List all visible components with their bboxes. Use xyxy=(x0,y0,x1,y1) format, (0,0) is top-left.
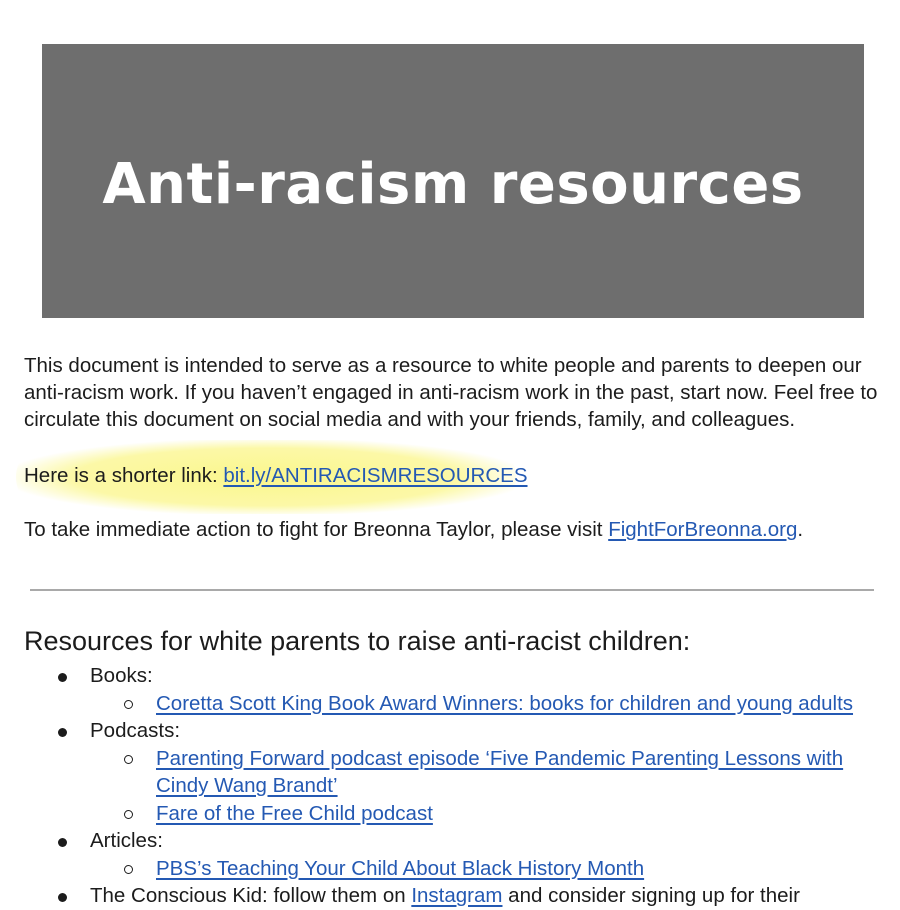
list-item-books: Books: Coretta Scott King Book Award Win… xyxy=(0,662,900,717)
action-suffix: . xyxy=(797,518,804,541)
category-label: Articles: xyxy=(90,829,163,852)
title-banner: Anti-racism resources xyxy=(42,44,864,318)
sublist-item: Parenting Forward podcast episode ‘Five … xyxy=(90,745,900,800)
intro-paragraph: This document is intended to serve as a … xyxy=(24,354,878,431)
sublist-item: Coretta Scott King Book Award Winners: b… xyxy=(90,690,900,718)
bullet-icon xyxy=(58,893,67,902)
horizontal-divider xyxy=(30,589,874,591)
hollow-bullet-icon xyxy=(124,809,133,819)
resource-link[interactable]: Fare of the Free Child podcast xyxy=(156,800,433,828)
short-link[interactable]: bit.ly/ANTIRACISMRESOURCES xyxy=(223,464,527,487)
category-label: Podcasts: xyxy=(90,719,181,742)
category-label-suffix: and consider signing up for their xyxy=(502,884,800,907)
resource-link[interactable]: PBS’s Teaching Your Child About Black Hi… xyxy=(156,855,644,883)
short-link-line: Here is a shorter link: bit.ly/ANTIRACIS… xyxy=(24,462,528,489)
resource-link[interactable]: Parenting Forward podcast episode ‘Five … xyxy=(156,745,866,800)
short-link-prefix: Here is a shorter link: xyxy=(24,464,224,487)
books-sublist: Coretta Scott King Book Award Winners: b… xyxy=(90,690,900,718)
hollow-bullet-icon xyxy=(124,754,133,764)
sublist-item: PBS’s Teaching Your Child About Black Hi… xyxy=(90,855,900,883)
list-item-articles: Articles: PBS’s Teaching Your Child Abou… xyxy=(0,827,900,882)
hollow-bullet-icon xyxy=(124,699,133,709)
section-heading: Resources for white parents to raise ant… xyxy=(24,626,691,656)
banner-title: Anti-racism resources xyxy=(102,151,804,217)
bullet-icon xyxy=(58,673,67,682)
category-label-prefix: The Conscious Kid: follow them on xyxy=(90,884,412,907)
hollow-bullet-icon xyxy=(124,864,133,874)
resource-link[interactable]: Coretta Scott King Book Award Winners: b… xyxy=(156,690,853,718)
sublist-item: Fare of the Free Child podcast xyxy=(90,800,900,828)
list-item-podcasts: Podcasts: Parenting Forward podcast epis… xyxy=(0,717,900,827)
action-line: To take immediate action to fight for Br… xyxy=(24,516,803,543)
resource-list: Books: Coretta Scott King Book Award Win… xyxy=(0,662,900,910)
action-prefix: To take immediate action to fight for Br… xyxy=(24,518,609,541)
bullet-icon xyxy=(58,728,67,737)
bullet-icon xyxy=(58,838,67,847)
fight-for-breonna-link[interactable]: FightForBreonna.org xyxy=(608,518,797,541)
list-item-conscious-kid: The Conscious Kid: follow them on Instag… xyxy=(0,882,900,910)
podcasts-sublist: Parenting Forward podcast episode ‘Five … xyxy=(90,745,900,828)
instagram-link[interactable]: Instagram xyxy=(411,884,502,907)
articles-sublist: PBS’s Teaching Your Child About Black Hi… xyxy=(90,855,900,883)
category-label: Books: xyxy=(90,664,153,687)
